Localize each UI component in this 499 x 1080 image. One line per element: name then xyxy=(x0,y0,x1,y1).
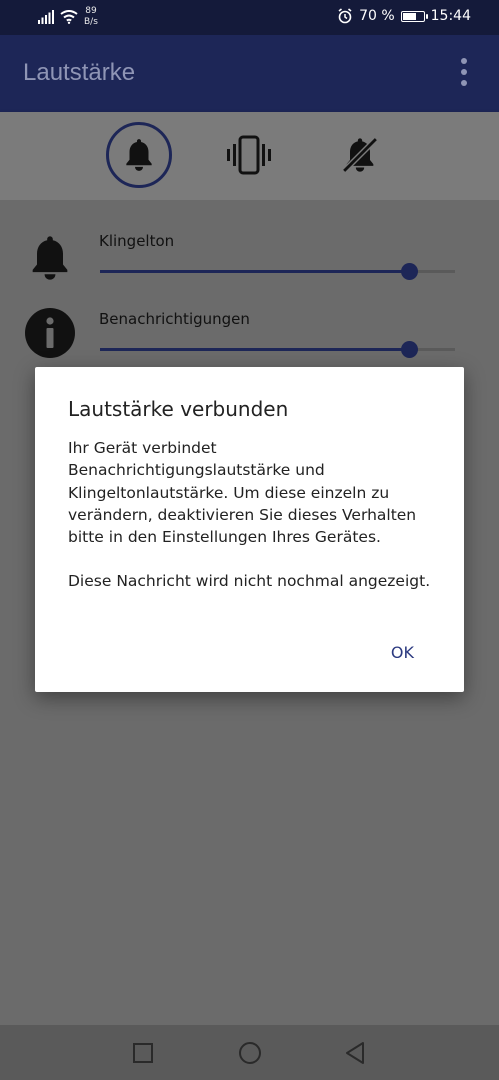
network-speed-unit: B/s xyxy=(84,17,98,27)
battery-percent: 70 % xyxy=(359,8,395,24)
home-button[interactable] xyxy=(237,1040,263,1066)
ok-button[interactable]: OK xyxy=(391,643,414,662)
back-triangle-icon xyxy=(346,1042,364,1064)
battery-fill xyxy=(402,12,416,20)
mode-ring-button[interactable] xyxy=(106,122,172,188)
ringtone-slider[interactable] xyxy=(100,263,455,280)
battery-icon xyxy=(400,10,428,22)
wifi-icon xyxy=(60,10,78,24)
dialog-message-paragraph-1: Ihr Gerät verbindet Benachrichtigungslau… xyxy=(68,439,417,547)
dialog-title: Lautstärke verbunden xyxy=(68,397,289,421)
app-bar: Lautstärke xyxy=(0,35,499,112)
info-icon xyxy=(25,308,75,358)
mode-vibrate-button[interactable] xyxy=(216,122,282,188)
bell-icon xyxy=(32,236,68,280)
status-bar: 89 B/s 70 % 15:44 xyxy=(0,0,499,35)
signal-icon xyxy=(38,10,54,24)
circle-icon xyxy=(239,1042,261,1064)
back-button[interactable] xyxy=(342,1040,368,1066)
recents-button[interactable] xyxy=(130,1040,156,1066)
linked-volume-dialog: Lautstärke verbunden Ihr Gerät verbindet… xyxy=(35,367,464,692)
mode-mute-button[interactable] xyxy=(327,122,393,188)
app-title: Lautstärke xyxy=(23,59,136,86)
alarm-icon xyxy=(338,8,352,24)
clock: 15:44 xyxy=(430,8,471,24)
square-icon xyxy=(133,1043,153,1063)
notifications-slider-fill xyxy=(100,348,409,351)
navigation-bar xyxy=(0,1025,499,1080)
notifications-row-icon xyxy=(25,308,77,360)
more-options-icon[interactable] xyxy=(459,58,469,90)
vibrate-icon xyxy=(227,135,271,175)
notifications-slider[interactable] xyxy=(100,341,455,358)
notifications-slider-thumb[interactable] xyxy=(400,341,418,358)
network-speed-value: 89 xyxy=(85,6,97,16)
ringtone-label: Klingelton xyxy=(99,232,175,250)
mode-bar xyxy=(0,112,499,200)
dialog-message: Ihr Gerät verbindet Benachrichtigungslau… xyxy=(68,437,438,615)
dialog-message-paragraph-2: Diese Nachricht wird nicht nochmal angez… xyxy=(68,572,431,591)
ringtone-slider-thumb[interactable] xyxy=(400,263,418,280)
notifications-label: Benachrichtigungen xyxy=(99,310,250,328)
status-left: 89 B/s xyxy=(38,6,98,28)
bell-off-icon xyxy=(342,137,378,173)
ringtone-slider-fill xyxy=(100,270,409,273)
network-speed: 89 B/s xyxy=(84,6,98,28)
status-right: 70 % 15:44 xyxy=(337,8,471,24)
ringtone-row-icon xyxy=(24,232,76,284)
bell-icon xyxy=(126,139,152,171)
